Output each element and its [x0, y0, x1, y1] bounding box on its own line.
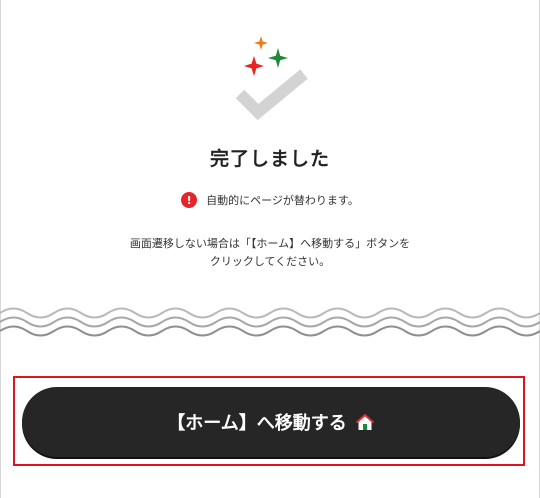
green-sparkle-icon	[268, 48, 288, 68]
go-home-button-label: 【ホーム】へ移動する	[167, 413, 347, 434]
redirect-instructions: 画面遷移しない場合は「【ホーム】へ移動する」ボタンを クリックしてください。	[0, 235, 540, 271]
orange-sparkle-icon	[254, 36, 268, 50]
wavy-divider	[0, 307, 540, 337]
completion-illustration	[228, 30, 312, 130]
sparkle-check-graphic	[235, 36, 308, 121]
alert-icon: !	[181, 192, 198, 208]
instruction-line: クリックしてください。	[209, 255, 331, 268]
instruction-line: 画面遷移しない場合は「【ホーム】へ移動する」ボタンを	[129, 237, 411, 250]
go-home-button[interactable]: 【ホーム】へ移動する	[22, 387, 520, 457]
auto-redirect-text: 自動的にページが替わります。	[206, 194, 359, 207]
red-sparkle-icon	[244, 56, 264, 76]
auto-redirect-notice: ! 自動的にページが替わります。	[0, 192, 540, 208]
completion-title: 完了しました	[209, 148, 330, 170]
checkmark-icon	[235, 69, 308, 121]
home-icon	[355, 414, 374, 430]
